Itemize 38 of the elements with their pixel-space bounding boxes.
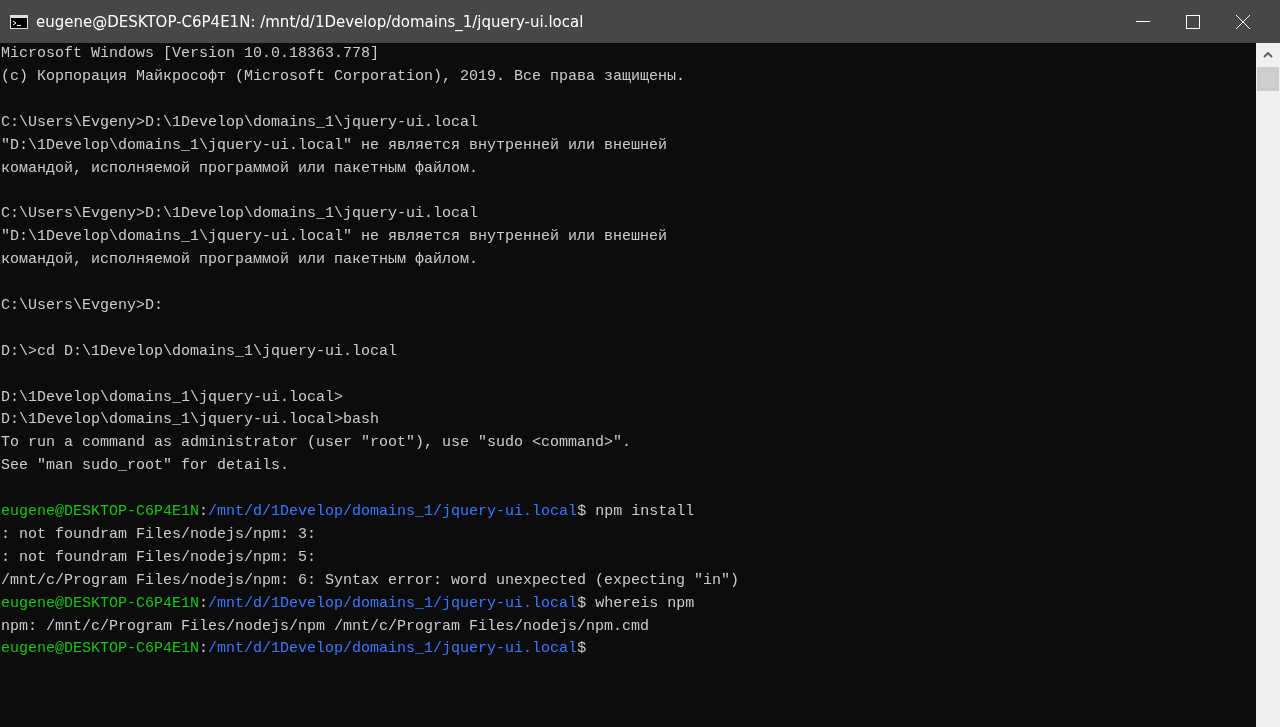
console-text: See "man sudo_root" for details. <box>1 456 290 477</box>
prompt-path: /mnt/d/1Develop/domains_1/jquery-ui.local <box>208 639 578 660</box>
console-text: (c) Корпорация Майкрософт (Microsoft Corporation), 2019. Все права защищены. <box>1 66 686 87</box>
console-text: "D:\1Develop\domains_1\jquery-ui.local" не является внутренней или внешней <box>1 135 668 156</box>
console-text: D:\1Develop\domains_1\jquery-ui.local> <box>1 387 344 408</box>
console-text: командой, исполняемой программой или пакетным файлом. <box>1 158 479 179</box>
prompt-user: eugene@DESKTOP-C6P4E1N <box>1 593 200 614</box>
close-icon <box>1236 14 1250 29</box>
console-text: "D:\1Develop\domains_1\jquery-ui.local" не является внутренней или внешней <box>1 227 668 248</box>
console-text: D:\1Develop\domains_1\jquery-ui.local>bash <box>1 410 380 431</box>
console-text: /mnt/c/Program Files/nodejs/npm: 6: Syntax error: word unexpected (expecting "in") <box>1 570 740 591</box>
console-text: D:\>cd D:\1Develop\domains_1\jquery-ui.local <box>1 341 398 362</box>
prompt-path: /mnt/d/1Develop/domains_1/jquery-ui.local <box>208 502 578 523</box>
console-text: To run a command as administrator (user "root"), use "sudo <command>". <box>1 433 632 454</box>
console-text: C:\Users\Evgeny>D: <box>1 295 164 316</box>
console-text: : <box>199 639 209 660</box>
console-text: $ npm install <box>577 502 695 523</box>
scrollbar-thumb[interactable] <box>1257 67 1279 91</box>
console-text: : <box>199 502 209 523</box>
console-text: : <box>199 593 209 614</box>
console-text: npm: /mnt/c/Program Files/nodejs/npm /mnt/c/Program Files/nodejs/npm.cmd <box>1 616 650 637</box>
maximize-icon <box>1186 14 1200 29</box>
console-text: $ whereis npm <box>577 593 695 614</box>
scrollbar[interactable] <box>1256 43 1280 727</box>
prompt-path: /mnt/d/1Develop/domains_1/jquery-ui.local <box>208 593 578 614</box>
console-text: C:\Users\Evgeny>D:\1Develop\domains_1\jquery-ui.local <box>1 112 479 133</box>
console-text: $ <box>577 639 587 660</box>
console-text: командой, исполняемой программой или пакетным файлом. <box>1 250 479 271</box>
prompt-user: eugene@DESKTOP-C6P4E1N <box>1 639 200 660</box>
scroll-up-icon[interactable] <box>1263 52 1273 58</box>
console-text: C:\Users\Evgeny>D:\1Develop\domains_1\jquery-ui.local <box>1 204 479 225</box>
window-title: eugene@DESKTOP-C6P4E1N: /mnt/d/1Develop/domains_1/jquery-ui.local <box>36 12 585 31</box>
terminal-icon <box>10 14 28 29</box>
prompt-user: eugene@DESKTOP-C6P4E1N <box>1 502 200 523</box>
console-text: : not foundram Files/nodejs/npm: 3: <box>1 524 317 545</box>
console-text: Microsoft Windows [Version 10.0.18363.778] <box>1 44 380 64</box>
console-text: : not foundram Files/nodejs/npm: 5: <box>1 547 317 568</box>
minimize-icon <box>1136 21 1150 22</box>
